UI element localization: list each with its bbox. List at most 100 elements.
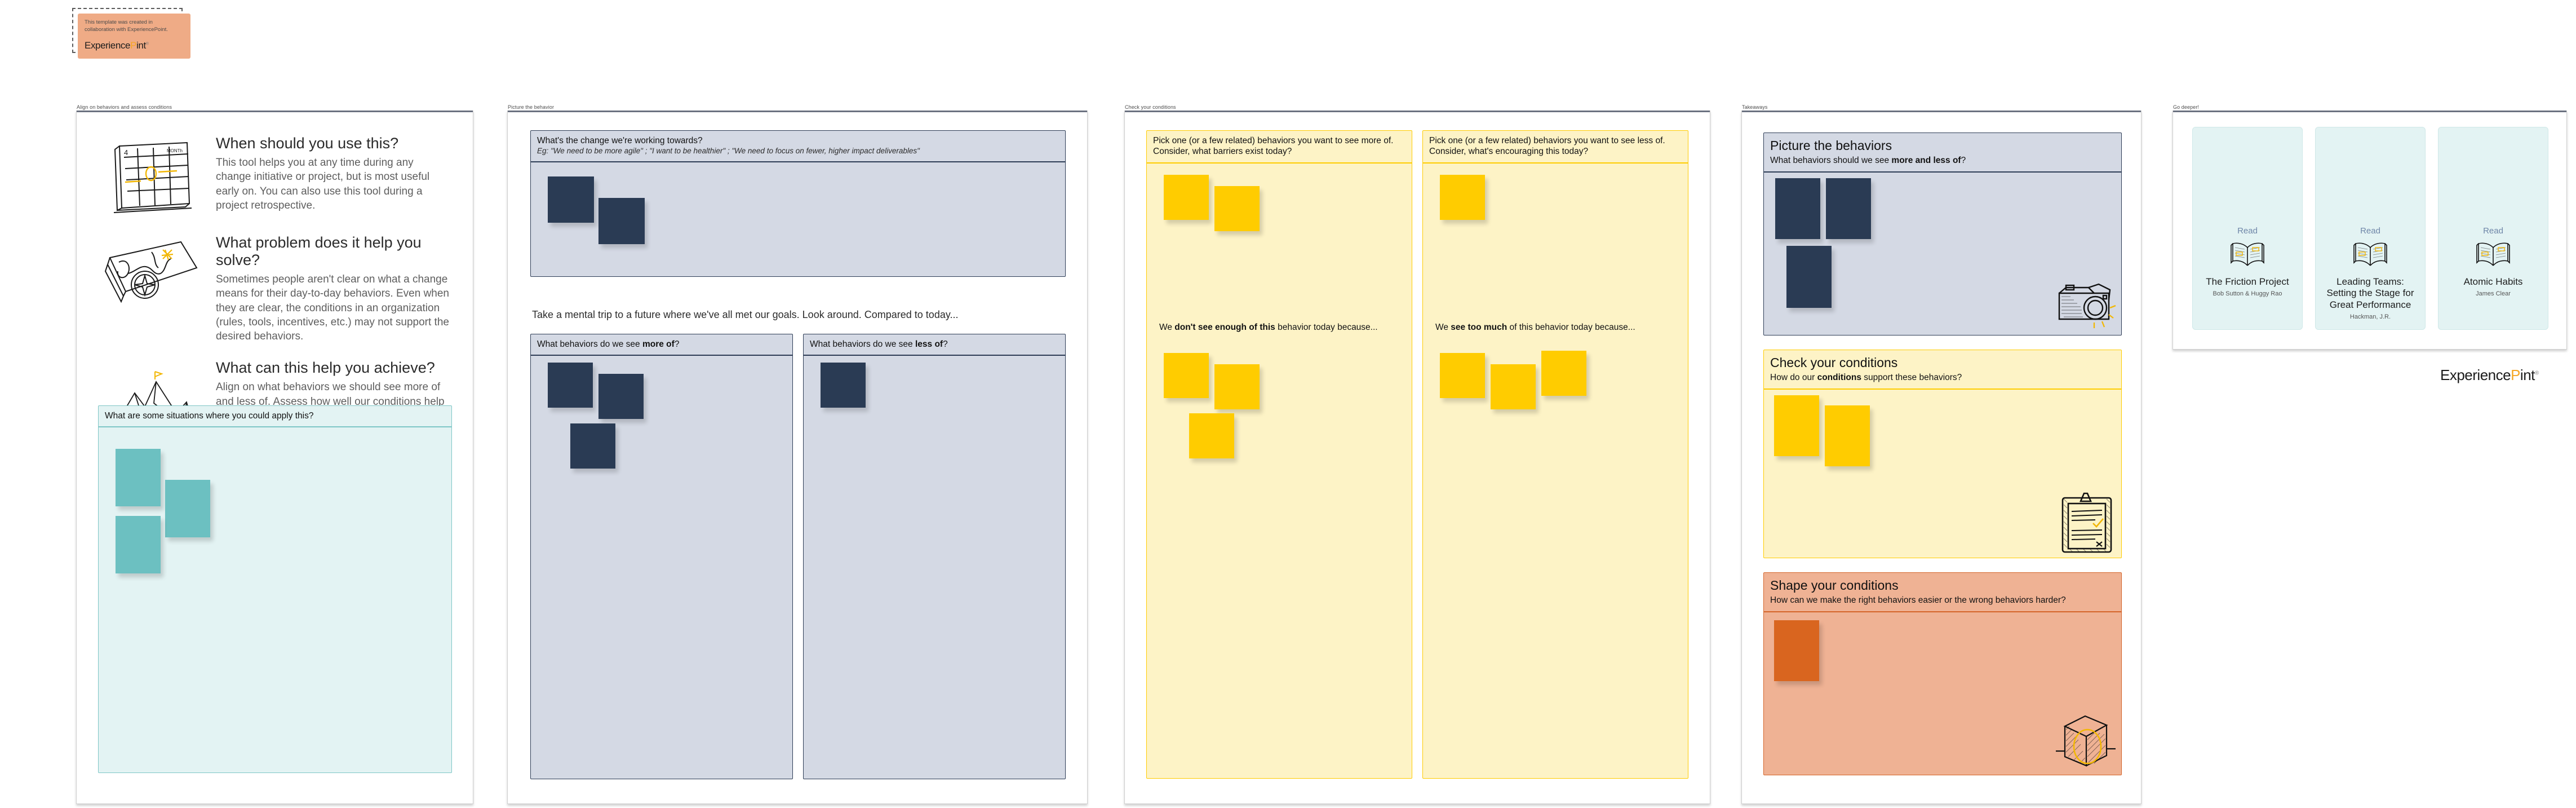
less-of-card[interactable]: What behaviors do we see less of?	[803, 334, 1066, 779]
conditions-less-card[interactable]: Pick one (or a few related) behaviors yo…	[1422, 130, 1688, 779]
sticky-note[interactable]	[1541, 351, 1586, 396]
map-compass-icon	[99, 233, 203, 323]
takeaway-card-conditions[interactable]: Check your conditions How do our conditi…	[1763, 350, 2122, 558]
takeaway-shape-body[interactable]	[1764, 612, 2121, 776]
sticky-note[interactable]	[1164, 353, 1209, 398]
frame-label-align: Align on behaviors and assess conditions	[77, 104, 172, 110]
frame-label-takeaways: Takeaways	[1742, 104, 1767, 110]
book-author: Bob Sutton & Huggy Rao	[2213, 290, 2282, 297]
credit-note-line-2: collaboration with ExperiencePoint.	[85, 27, 184, 34]
change-card-body[interactable]	[531, 162, 1065, 277]
sticky-note[interactable]	[116, 516, 161, 573]
sticky-note[interactable]	[1826, 178, 1871, 239]
sticky-note[interactable]	[598, 374, 644, 419]
more-of-card-header: What behaviors do we see more of?	[531, 334, 792, 356]
situations-card-body[interactable]	[99, 427, 451, 770]
sticky-note[interactable]	[598, 198, 645, 244]
logo-part-a: Experience	[85, 40, 130, 51]
info-block-problem: What problem does it help you solve? Som…	[99, 233, 451, 343]
info-body-when: This tool helps you at any time during a…	[216, 156, 451, 213]
logo-part-b: P	[130, 40, 136, 51]
takeaway-card-shape[interactable]: Shape your conditions How can we make th…	[1763, 572, 2122, 775]
info-body-problem: Sometimes people aren't clear on what a …	[216, 272, 451, 343]
calendar-icon: 4 MONTh	[99, 134, 203, 218]
change-card-example: Eg: "We need to be more agile" ; "I want…	[537, 146, 1059, 156]
more-of-card-body[interactable]	[531, 356, 792, 781]
sticky-note[interactable]	[570, 423, 615, 469]
situations-card[interactable]: What are some situations where you could…	[98, 405, 452, 773]
experiencepoint-credit: This template was created in collaborati…	[72, 8, 190, 59]
conditions-more-title-line-2: Consider, what barriers exist today?	[1153, 146, 1406, 157]
book-card-leading-teams[interactable]: Read	[2315, 127, 2426, 330]
credit-note-line-1: This template was created in	[85, 19, 184, 27]
situations-card-title: What are some situations where you could…	[105, 410, 445, 421]
footer-logo-trademark: ®	[2535, 370, 2539, 376]
sticky-note[interactable]	[548, 363, 593, 408]
book-card-friction-project[interactable]: Read	[2192, 127, 2303, 330]
credit-card: This template was created in collaborati…	[78, 14, 190, 59]
frame-check-your-conditions: Pick one (or a few related) behaviors yo…	[1124, 111, 1710, 804]
frame-label-picture: Picture the behavior	[508, 104, 554, 110]
conditions-more-body[interactable]: We don't see enough of this behavior tod…	[1147, 164, 1412, 781]
sticky-note[interactable]	[1774, 620, 1819, 681]
open-book-icon	[2353, 241, 2388, 271]
sticky-note[interactable]	[1786, 246, 1832, 308]
book-title: Atomic Habits	[2457, 276, 2530, 288]
sticky-note[interactable]	[1440, 353, 1485, 398]
change-card-title: What's the change we're working towards?	[537, 135, 1059, 146]
sticky-note[interactable]	[1491, 364, 1536, 409]
less-of-card-title: What behaviors do we see less of?	[810, 339, 1059, 350]
takeaway-card-picture[interactable]: Picture the behaviors What behaviors sho…	[1763, 133, 2122, 335]
info-heading-when: When should you use this?	[216, 135, 451, 152]
conditions-less-prompt: We see too much of this behavior today b…	[1435, 323, 1635, 333]
book-author: James Clear	[2476, 290, 2511, 297]
info-heading-achieve: What can this help you achieve?	[216, 359, 451, 377]
takeaway-picture-header: Picture the behaviors What behaviors sho…	[1764, 133, 2121, 173]
less-of-card-body[interactable]	[804, 356, 1065, 781]
conditions-more-header: Pick one (or a few related) behaviors yo…	[1147, 131, 1412, 164]
sticky-note[interactable]	[1775, 178, 1820, 239]
conditions-less-title-line-2: Consider, what's encouraging this today?	[1429, 146, 1682, 157]
book-author: Hackman, J.R.	[2350, 314, 2391, 320]
sticky-note[interactable]	[165, 480, 210, 537]
sticky-note[interactable]	[1214, 186, 1260, 231]
open-book-icon	[2476, 241, 2511, 271]
logo-trademark: ®	[146, 42, 149, 46]
takeaway-picture-title: Picture the behaviors	[1770, 138, 2115, 154]
takeaway-shape-title: Shape your conditions	[1770, 577, 2115, 594]
sticky-note[interactable]	[821, 363, 866, 408]
sticky-note[interactable]	[1214, 364, 1260, 409]
footer-logo-part-b: P	[2511, 367, 2520, 383]
conditions-less-header: Pick one (or a few related) behaviors yo…	[1423, 131, 1688, 164]
whiteboard-canvas: This template was created in collaborati…	[0, 0, 2576, 808]
takeaway-picture-body[interactable]	[1764, 173, 2121, 337]
frame-label-check: Check your conditions	[1125, 104, 1176, 110]
info-heading-problem: What problem does it help you solve?	[216, 234, 451, 269]
conditions-less-body[interactable]: We see too much of this behavior today b…	[1423, 164, 1688, 781]
sticky-note[interactable]	[1440, 175, 1485, 220]
conditions-more-title-line-1: Pick one (or a few related) behaviors yo…	[1153, 135, 1406, 146]
conditions-less-title-line-1: Pick one (or a few related) behaviors yo…	[1429, 135, 1682, 146]
sticky-note[interactable]	[1825, 405, 1870, 466]
frame-label-go-deeper: Go deeper!	[2173, 104, 2199, 110]
footer-logo-part-a: Experience	[2440, 367, 2511, 383]
more-of-card[interactable]: What behaviors do we see more of?	[530, 334, 793, 779]
conditions-more-prompt: We don't see enough of this behavior tod…	[1159, 323, 1378, 333]
frame-picture-the-behavior: What's the change we're working towards?…	[507, 111, 1088, 804]
takeaway-conditions-body[interactable]	[1764, 390, 2121, 559]
sticky-note[interactable]	[1774, 395, 1819, 456]
takeaway-conditions-title: Check your conditions	[1770, 355, 2115, 371]
book-card-atomic-habits[interactable]: Read	[2438, 127, 2548, 330]
box-ball-icon	[2052, 709, 2116, 773]
conditions-more-card[interactable]: Pick one (or a few related) behaviors yo…	[1146, 130, 1412, 779]
book-title: Leading Teams: Setting the Stage for Gre…	[2316, 276, 2425, 311]
sticky-note[interactable]	[1164, 175, 1209, 220]
more-of-card-title: What behaviors do we see more of?	[537, 339, 786, 350]
change-card[interactable]: What's the change we're working towards?…	[530, 130, 1066, 277]
info-block-when: 4 MONTh When should you use this? This t…	[99, 134, 451, 218]
sticky-note[interactable]	[1189, 413, 1234, 458]
open-book-icon	[2230, 241, 2265, 271]
sticky-note[interactable]	[116, 449, 161, 506]
sticky-note[interactable]	[548, 176, 594, 223]
situations-card-header: What are some situations where you could…	[99, 406, 451, 427]
